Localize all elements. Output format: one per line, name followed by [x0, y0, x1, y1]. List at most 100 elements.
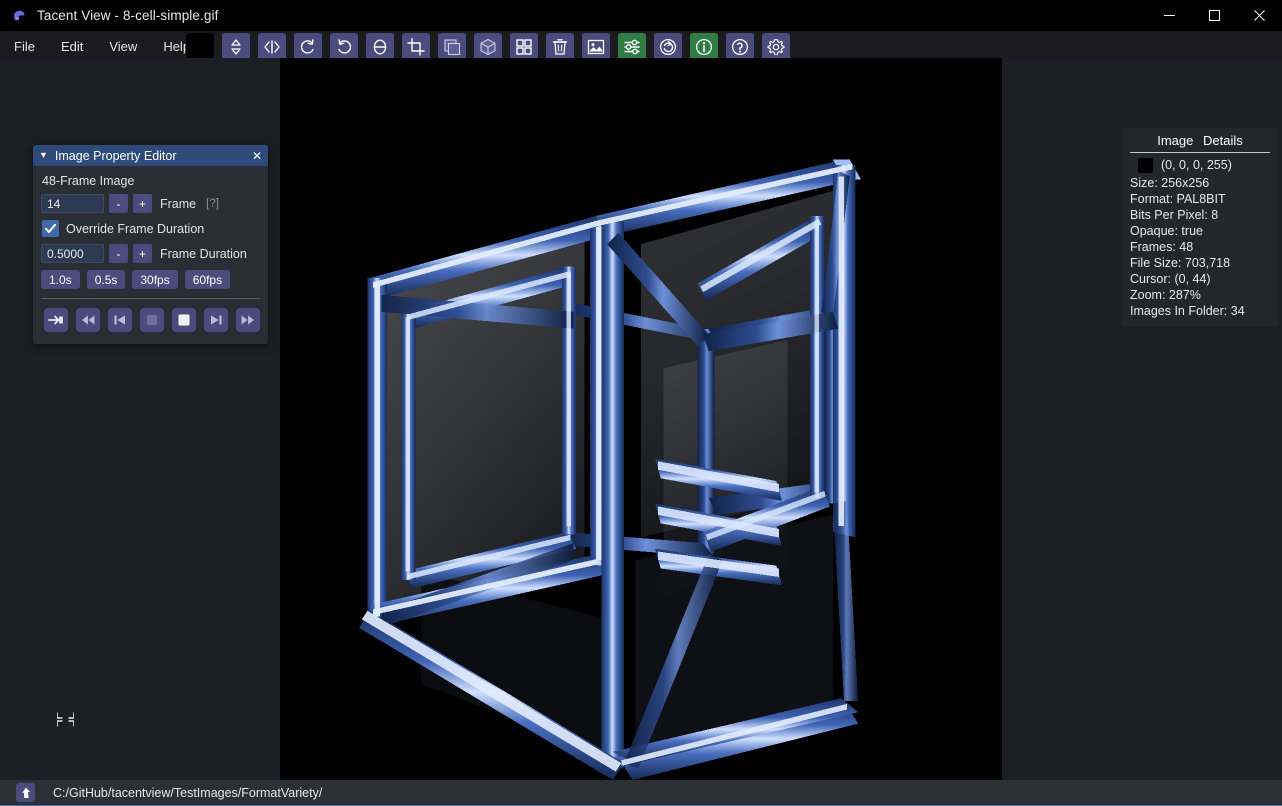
detail-bits-per-pixel: Bits Per Pixel: 8 — [1130, 208, 1219, 222]
flip-horizontal-button[interactable] — [258, 32, 286, 61]
ipe-title: Image Property Editor — [54, 148, 177, 163]
refresh-button[interactable] — [654, 32, 682, 61]
delete-button[interactable] — [546, 32, 574, 61]
rewind-button[interactable] — [76, 308, 100, 332]
detail-images-in-folder: Images In Folder: 34 — [1130, 304, 1245, 318]
frame-help-icon[interactable]: [?] — [206, 198, 219, 210]
duration-decrement-button[interactable]: - — [109, 244, 128, 263]
up-arrow-folder-icon[interactable] — [16, 783, 35, 802]
cube-icon — [480, 38, 496, 55]
image-property-editor-panel: ▼ Image Property Editor ✕ 48-Frame Image… — [33, 145, 268, 344]
contact-sheet-button[interactable] — [510, 32, 538, 61]
fast-forward-icon — [241, 315, 254, 325]
tesseract-image — [280, 58, 1002, 780]
override-frame-duration-row[interactable]: Override Frame Duration — [42, 220, 260, 237]
frame-decrement-button[interactable]: - — [109, 194, 128, 213]
rotate-theta-icon — [373, 38, 387, 55]
status-bar-path: C:/GitHub/tacentview/TestImages/FormatVa… — [53, 785, 323, 800]
close-button[interactable] — [1237, 0, 1282, 31]
close-icon[interactable]: ✕ — [252, 150, 262, 162]
preset-1s-button[interactable]: 1.0s — [41, 270, 80, 289]
resize-image-button[interactable] — [438, 32, 466, 61]
rewind-icon — [82, 315, 95, 325]
minimize-button[interactable] — [1147, 0, 1192, 31]
color-swatch[interactable] — [186, 32, 214, 61]
step-back-icon — [114, 315, 125, 325]
pixel-color-row: (0, 0, 0, 255) — [1130, 157, 1270, 173]
rotate-cw-button[interactable] — [330, 32, 358, 61]
stacked-squares-icon — [444, 38, 461, 55]
preset-30fps-button[interactable]: 30fps — [132, 270, 178, 289]
rotate-counterclockwise-icon — [300, 38, 314, 54]
details-title-details: Details — [1203, 133, 1243, 148]
info-button[interactable] — [690, 32, 718, 61]
image-properties-button[interactable] — [582, 32, 610, 61]
duration-preset-row: 1.0s 0.5s 30fps 60fps — [41, 270, 260, 289]
preset-05s-button[interactable]: 0.5s — [86, 270, 126, 289]
ipe-header[interactable]: ▼ Image Property Editor ✕ — [33, 145, 268, 166]
playback-controls — [41, 308, 260, 344]
image-details-panel: Image Details (0, 0, 0, 255) Size: 256x2… — [1122, 128, 1278, 326]
app-logo-icon — [7, 3, 33, 29]
pixel-color-value: (0, 0, 0, 255) — [1161, 158, 1232, 172]
adjust-levels-button[interactable] — [618, 32, 646, 61]
override-frame-duration-checkbox[interactable] — [42, 220, 59, 237]
refresh-circle-icon — [659, 38, 677, 55]
menu-view[interactable]: View — [97, 35, 149, 58]
status-bar: C:/GitHub/tacentview/TestImages/FormatVa… — [0, 780, 1282, 806]
help-button[interactable] — [726, 32, 754, 61]
frame-increment-button[interactable]: + — [133, 194, 152, 213]
detail-cursor: Cursor: (0, 44) — [1130, 272, 1211, 286]
menu-file[interactable]: File — [2, 35, 47, 58]
checkmark-icon — [45, 223, 56, 233]
details-title-image: Image — [1157, 133, 1194, 148]
ipe-body: 48-Frame Image 14 - + Frame [?] Override… — [33, 166, 268, 344]
override-frame-duration-label: Override Frame Duration — [66, 221, 205, 236]
crosshair-cursor-icon — [56, 711, 75, 728]
step-forward-button[interactable] — [204, 308, 228, 332]
stop-square-light-icon — [178, 314, 190, 326]
crop-button[interactable] — [402, 32, 430, 61]
frame-duration-label: Frame Duration — [160, 246, 247, 261]
details-panel-title: Image Details — [1130, 133, 1270, 153]
duration-increment-button[interactable]: + — [133, 244, 152, 263]
detail-format: Format: PAL8BIT — [1130, 192, 1226, 206]
gear-icon — [767, 38, 785, 55]
play-reverse-button[interactable] — [140, 308, 164, 332]
fast-forward-button[interactable] — [236, 308, 260, 332]
menu-edit[interactable]: Edit — [49, 35, 95, 58]
step-back-button[interactable] — [108, 308, 132, 332]
info-circle-icon — [695, 38, 713, 55]
preset-60fps-button[interactable]: 60fps — [184, 270, 231, 289]
grid-tiles-icon — [516, 38, 532, 55]
skip-to-end-icon — [48, 315, 63, 325]
frame-input[interactable]: 14 — [41, 194, 104, 213]
trash-icon — [552, 38, 568, 55]
maximize-button[interactable] — [1192, 0, 1237, 31]
flip-vertical-icon — [231, 38, 241, 55]
rotate-arbitrary-button[interactable] — [366, 32, 394, 61]
step-forward-icon — [211, 315, 222, 325]
settings-button[interactable] — [762, 32, 790, 61]
detail-frames: Frames: 48 — [1130, 240, 1194, 254]
detail-file-size: File Size: 703,718 — [1130, 256, 1231, 270]
detail-zoom: Zoom: 287% — [1130, 288, 1201, 302]
window-controls — [1147, 0, 1282, 31]
pixel-color-swatch — [1138, 157, 1153, 173]
sliders-icon — [624, 39, 640, 54]
chevron-down-icon[interactable]: ▼ — [39, 151, 48, 160]
image-canvas[interactable] — [280, 58, 1002, 780]
skip-to-end-button[interactable] — [44, 308, 68, 332]
picture-icon — [587, 39, 605, 54]
rotate-ccw-button[interactable] — [294, 32, 322, 61]
window-title: Tacent View - 8-cell-simple.gif — [37, 8, 219, 23]
play-button[interactable] — [172, 308, 196, 332]
flip-vertical-button[interactable] — [222, 32, 250, 61]
resize-canvas-button[interactable] — [474, 32, 502, 61]
question-circle-icon — [731, 38, 749, 55]
stop-square-icon — [147, 315, 157, 325]
rotate-clockwise-icon — [338, 38, 352, 54]
detail-size: Size: 256x256 — [1130, 176, 1210, 190]
frame-duration-input[interactable]: 0.5000 — [41, 244, 104, 263]
workspace: ▼ Image Property Editor ✕ 48-Frame Image… — [0, 58, 1282, 780]
